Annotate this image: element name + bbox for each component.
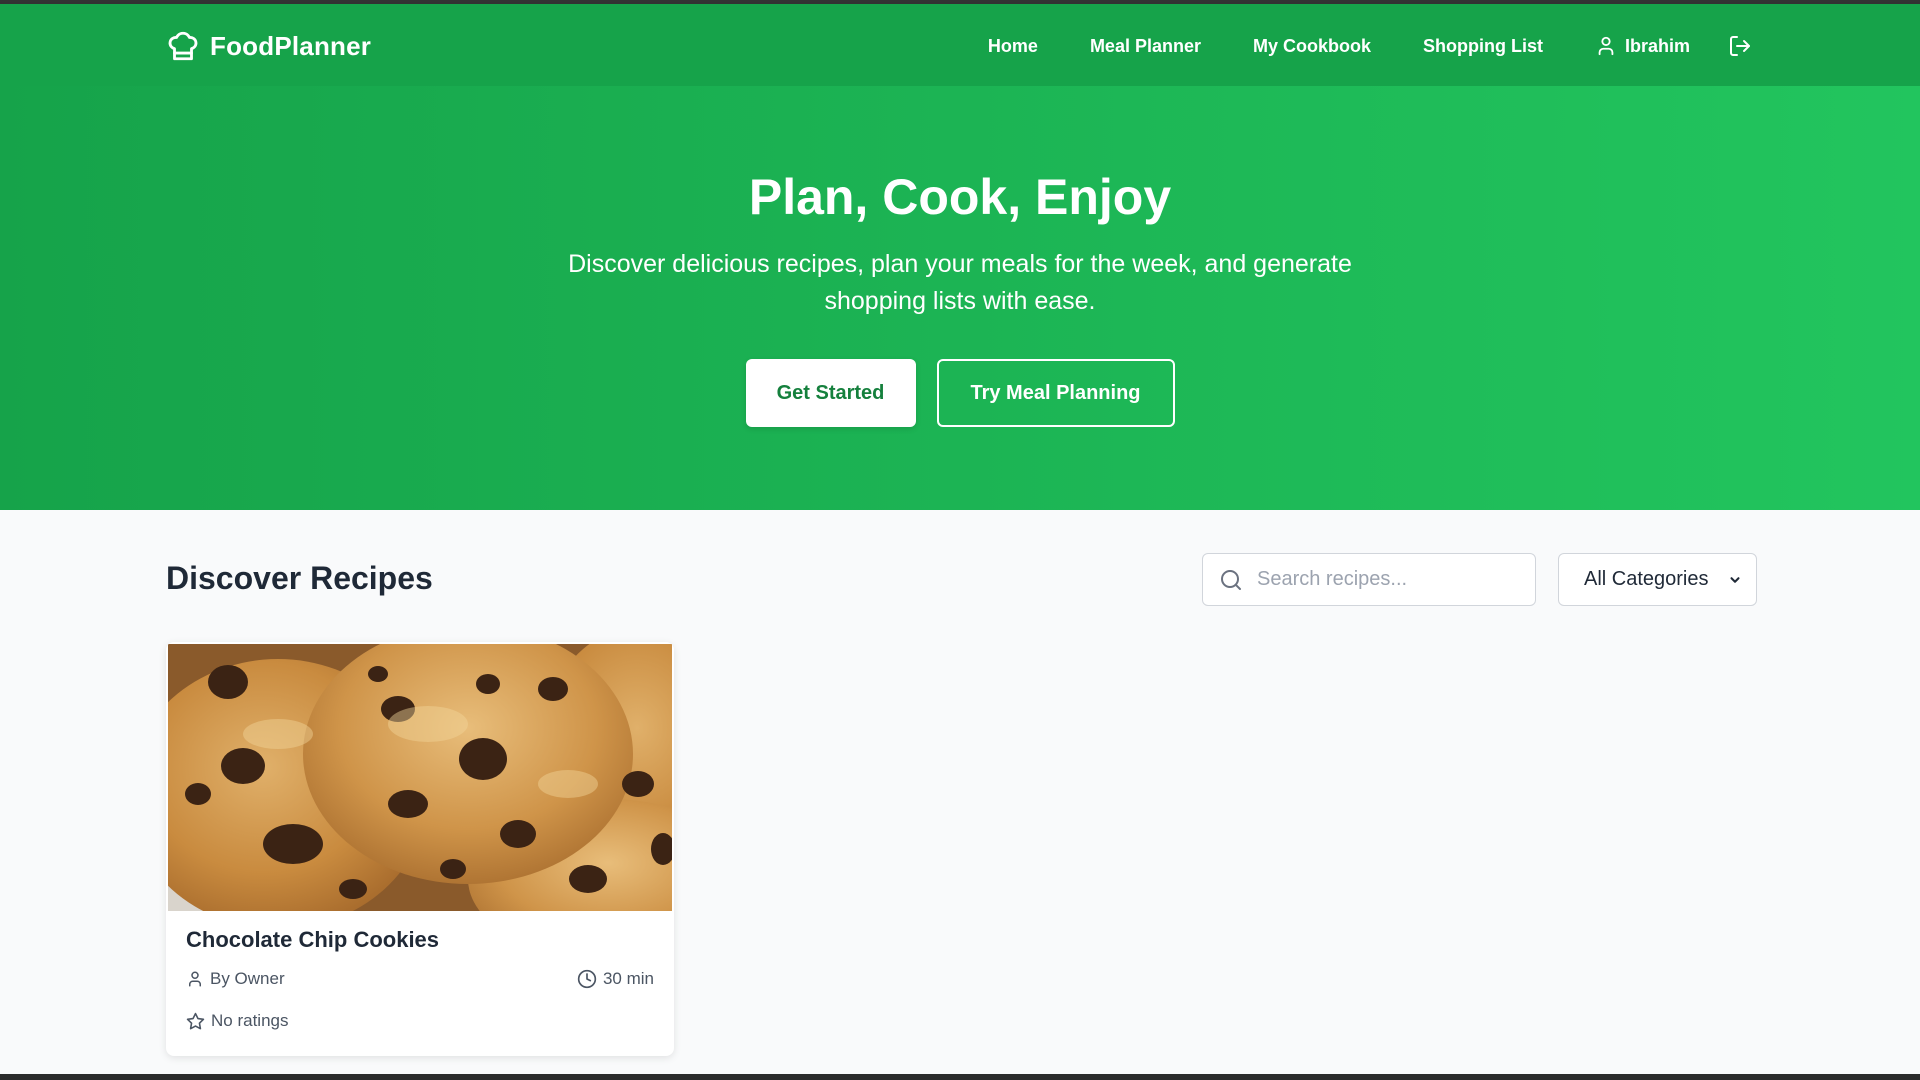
hero-subtitle: Discover delicious recipes, plan your me… xyxy=(568,250,1352,315)
hero-buttons: Get Started Try Meal Planning xyxy=(0,359,1920,427)
chef-hat-icon xyxy=(166,29,200,63)
clock-icon xyxy=(577,969,597,989)
search-icon xyxy=(1219,568,1243,592)
brand-logo[interactable]: FoodPlanner xyxy=(166,26,371,66)
category-selected-label: All Categories xyxy=(1584,568,1709,590)
recipe-author-label: By Owner xyxy=(210,969,285,988)
recipe-title: Chocolate Chip Cookies xyxy=(186,927,440,952)
hero-section: Plan, Cook, Enjoy Discover delicious rec… xyxy=(0,86,1920,510)
user-name: Ibrahim xyxy=(1624,35,1690,56)
user-icon xyxy=(186,970,204,988)
get-started-button[interactable]: Get Started xyxy=(745,359,916,427)
nav-links: Home Meal Planner My Cookbook Shopping L… xyxy=(936,26,1752,66)
logout-button[interactable] xyxy=(1728,34,1752,58)
nav-link-home[interactable]: Home xyxy=(988,36,1038,57)
recipe-author: By Owner xyxy=(186,969,285,989)
recipe-time: 30 min xyxy=(577,969,654,989)
search-box xyxy=(1202,553,1536,606)
try-meal-planning-button[interactable]: Try Meal Planning xyxy=(936,359,1175,427)
recipe-image xyxy=(168,644,672,911)
nav-link-shopping-list[interactable]: Shopping List xyxy=(1423,36,1543,57)
recipe-meta: By Owner 30 min xyxy=(186,969,654,989)
logout-icon xyxy=(1728,34,1752,58)
navbar: FoodPlanner Home Meal Planner My Cookboo… xyxy=(0,4,1920,86)
nav-link-my-cookbook[interactable]: My Cookbook xyxy=(1253,36,1371,57)
window-bottom-edge xyxy=(0,1074,1920,1080)
section-title: Discover Recipes xyxy=(166,560,433,596)
brand-name: FoodPlanner xyxy=(210,30,372,61)
user-icon xyxy=(1595,35,1617,57)
recipe-card[interactable]: Chocolate Chip Cookies By Owner 30 min N… xyxy=(166,642,674,1056)
recipe-rating: No ratings xyxy=(186,1011,288,1031)
search-input[interactable] xyxy=(1255,567,1509,592)
nav-link-meal-planner[interactable]: Meal Planner xyxy=(1090,36,1201,57)
category-select[interactable]: All Categories xyxy=(1558,553,1757,606)
hero-title: Plan, Cook, Enjoy xyxy=(748,169,1172,225)
recipe-rating-label: No ratings xyxy=(211,1011,289,1030)
star-icon xyxy=(186,1012,205,1031)
user-menu[interactable]: Ibrahim xyxy=(1595,35,1690,57)
recipe-time-label: 30 min xyxy=(602,969,654,988)
chevron-down-icon xyxy=(1728,573,1742,587)
